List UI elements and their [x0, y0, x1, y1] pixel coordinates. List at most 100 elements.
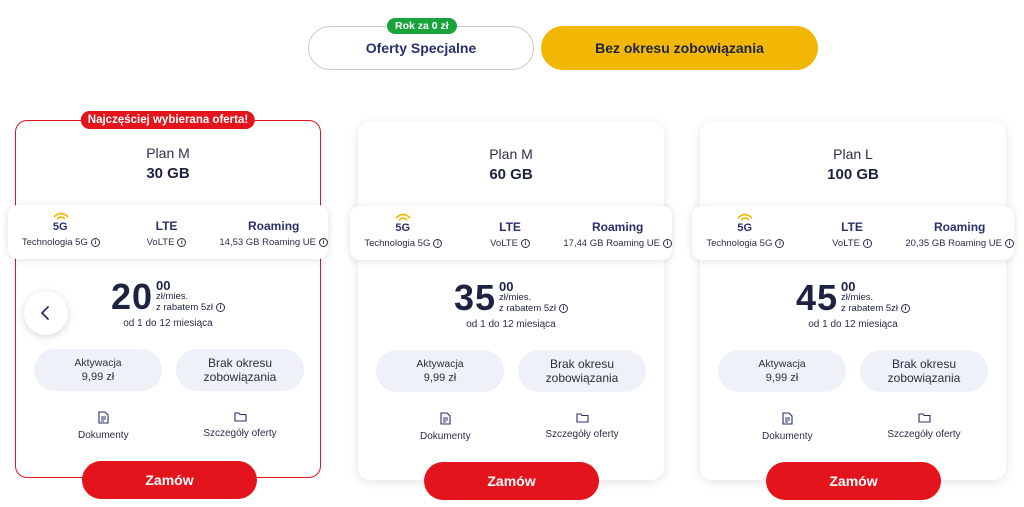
- documents-link[interactable]: Dokumenty: [420, 412, 471, 442]
- price-main: 35: [453, 277, 496, 318]
- offer-details-label: Szczegóły oferty: [887, 429, 961, 440]
- activation-fee: Aktywacja 9,99 zł: [376, 350, 504, 392]
- carousel-prev-button[interactable]: [24, 291, 68, 335]
- activation-label: Aktywacja: [758, 358, 806, 370]
- features-strip: 5G Technologia 5G i LTE VoLTE i Roaming 14…: [8, 205, 329, 259]
- price-discount: z rabatem 5zł: [156, 302, 214, 313]
- documents-link[interactable]: Dokumenty: [78, 411, 129, 441]
- feature-roaming-title: Roaming: [592, 220, 644, 234]
- no-commitment-info: Brak okresu zobowiązania: [176, 349, 304, 391]
- plan-card: Plan M 60 GB 5G Technologia 5G i LTE VoLT…: [350, 122, 673, 500]
- info-icon[interactable]: i: [862, 239, 872, 248]
- no-commitment-info: Brak okresu zobowiązania: [518, 350, 646, 392]
- feature-roaming-label: 20,35 GB Roaming UE: [905, 238, 1003, 249]
- info-icon[interactable]: i: [520, 239, 530, 248]
- price-unit: zł/mies.: [841, 292, 874, 303]
- feature-lte-label: VoLTE: [832, 238, 860, 249]
- info-icon[interactable]: i: [1005, 239, 1015, 248]
- document-icon: [782, 412, 793, 425]
- document-icon: [98, 411, 109, 424]
- order-button[interactable]: Zamów: [766, 462, 941, 500]
- feature-roaming-title: Roaming: [248, 219, 300, 233]
- document-icon: [440, 412, 451, 425]
- offer-details-link[interactable]: Szczegóły oferty: [518, 412, 646, 440]
- offer-details-link[interactable]: Szczegóły oferty: [860, 412, 988, 440]
- feature-lte-title: LTE: [841, 220, 863, 234]
- activation-value: 9,99 zł: [423, 372, 457, 384]
- feature-roaming-label: 14,53 GB Roaming UE: [219, 237, 317, 248]
- price-period: od 1 do 12 miesiąca: [466, 319, 556, 330]
- feature-5g: 5G Technologia 5G i: [350, 206, 457, 260]
- feature-roaming: Roaming 20,35 GB Roaming UE i: [905, 206, 1015, 260]
- feature-lte-label: VoLTE: [490, 238, 518, 249]
- 5g-icon-label: 5G: [395, 222, 411, 234]
- tab-special-offers[interactable]: Rok za 0 zł Oferty Specjalne: [308, 18, 534, 70]
- documents-label: Dokumenty: [420, 431, 471, 442]
- info-icon[interactable]: i: [177, 238, 187, 247]
- chevron-left-icon: [41, 306, 49, 320]
- feature-lte: LTE VoLTE i: [114, 205, 220, 259]
- feature-5g-label: Technologia 5G: [706, 238, 773, 249]
- tab-special-offers-label: Oferty Specjalne: [365, 40, 477, 56]
- plan-card: Plan L 100 GB 5G Technologia 5G i LTE VoL…: [692, 122, 1015, 500]
- activation-label: Aktywacja: [74, 357, 122, 369]
- feature-lte: LTE VoLTE i: [457, 206, 564, 260]
- no-commitment-info: Brak okresu zobowiązania: [860, 350, 988, 392]
- plan-name: Plan M: [489, 146, 533, 162]
- plan-name: Plan L: [833, 146, 873, 162]
- order-button[interactable]: Zamów: [424, 462, 599, 500]
- price-unit: zł/mies.: [499, 292, 532, 303]
- feature-roaming: Roaming 14,53 GB Roaming UE i: [219, 205, 329, 259]
- wifi-icon: [395, 213, 411, 221]
- activation-value: 9,99 zł: [765, 372, 799, 384]
- offer-details-label: Szczegóły oferty: [545, 429, 619, 440]
- offer-details-label: Szczegóły oferty: [203, 428, 277, 439]
- price: 35 00 zł/mies. z rabatem 5zł i: [358, 280, 664, 316]
- info-icon[interactable]: i: [775, 239, 785, 248]
- plan-data-amount: 30 GB: [146, 165, 190, 182]
- feature-lte-title: LTE: [499, 220, 521, 234]
- feature-lte-title: LTE: [155, 219, 178, 233]
- order-button[interactable]: Zamów: [82, 461, 257, 499]
- activation-fee: Aktywacja 9,99 zł: [718, 350, 846, 392]
- info-icon[interactable]: i: [319, 238, 329, 247]
- price: 45 00 zł/mies. z rabatem 5zł i: [700, 280, 1006, 316]
- tab-badge-year-free: Rok za 0 zł: [387, 18, 457, 34]
- price-period: od 1 do 12 miesiąca: [808, 319, 898, 330]
- info-icon[interactable]: i: [433, 239, 443, 248]
- feature-roaming-title: Roaming: [934, 220, 986, 234]
- wifi-icon: [53, 212, 69, 220]
- tab-no-commitment-label: Bez okresu zobowiązania: [595, 40, 764, 56]
- featured-badge: Najczęściej wybierana oferta!: [80, 111, 256, 129]
- tab-no-commitment[interactable]: Bez okresu zobowiązania: [541, 26, 818, 70]
- activation-label: Aktywacja: [416, 358, 464, 370]
- wifi-icon: [737, 213, 753, 221]
- plan-name: Plan M: [146, 145, 190, 161]
- info-icon[interactable]: i: [663, 239, 673, 248]
- plan-data-amount: 60 GB: [489, 166, 533, 183]
- feature-5g: 5G Technologia 5G i: [8, 205, 114, 259]
- documents-label: Dokumenty: [762, 431, 813, 442]
- folder-icon: [917, 413, 931, 423]
- offer-details-link[interactable]: Szczegóły oferty: [176, 411, 304, 439]
- folder-icon: [575, 413, 589, 423]
- info-icon[interactable]: i: [901, 304, 911, 313]
- feature-roaming-label: 17,44 GB Roaming UE: [563, 238, 661, 249]
- activation-fee: Aktywacja 9,99 zł: [34, 349, 162, 391]
- info-icon[interactable]: i: [559, 304, 569, 313]
- info-icon[interactable]: i: [90, 238, 100, 247]
- feature-5g: 5G Technologia 5G i: [692, 206, 799, 260]
- features-strip: 5G Technologia 5G i LTE VoLTE i Roaming 20…: [692, 206, 1015, 260]
- features-strip: 5G Technologia 5G i LTE VoLTE i Roaming 17…: [350, 206, 673, 260]
- documents-label: Dokumenty: [78, 430, 129, 441]
- activation-value: 9,99 zł: [81, 371, 115, 383]
- price-discount: z rabatem 5zł: [499, 303, 557, 314]
- feature-roaming: Roaming 17,44 GB Roaming UE i: [563, 206, 673, 260]
- feature-lte-label: VoLTE: [146, 237, 175, 248]
- documents-link[interactable]: Dokumenty: [762, 412, 813, 442]
- feature-5g-label: Technologia 5G: [21, 237, 88, 248]
- 5g-icon-label: 5G: [52, 221, 68, 233]
- info-icon[interactable]: i: [216, 303, 226, 312]
- price-discount: z rabatem 5zł: [841, 303, 899, 314]
- price-main: 20: [110, 276, 153, 317]
